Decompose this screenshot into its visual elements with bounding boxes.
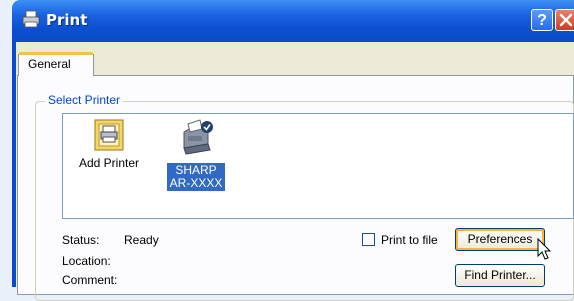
window-title: Print: [46, 11, 88, 29]
find-printer-button[interactable]: Find Printer...: [455, 264, 545, 287]
close-button[interactable]: [555, 9, 574, 31]
printer-icon: [22, 10, 40, 28]
status-label: Status:: [62, 233, 100, 247]
sharp-printer-label: SHARP AR-XXXX: [166, 163, 226, 191]
help-button[interactable]: ?: [531, 9, 553, 31]
select-printer-label: Select Printer: [45, 93, 124, 107]
add-printer-icon: [94, 119, 124, 151]
add-printer-label: Add Printer: [78, 156, 140, 170]
tab-label: General: [28, 57, 71, 71]
location-label: Location:: [62, 254, 111, 268]
title-bar[interactable]: Print ?: [12, 0, 574, 42]
list-item-sharp[interactable]: SHARP AR-XXXX: [158, 118, 234, 191]
print-to-file-label[interactable]: Print to file: [381, 233, 438, 247]
list-item-add-printer[interactable]: Add Printer: [70, 118, 148, 171]
tab-general[interactable]: General: [18, 52, 94, 76]
printer-icon: [183, 119, 213, 155]
status-value: Ready: [124, 233, 159, 247]
comment-label: Comment:: [62, 273, 118, 287]
mouse-cursor-icon: [537, 238, 552, 260]
preferences-button[interactable]: Preferences: [455, 228, 545, 251]
close-icon: [559, 13, 573, 27]
print-to-file-checkbox[interactable]: [362, 233, 375, 246]
